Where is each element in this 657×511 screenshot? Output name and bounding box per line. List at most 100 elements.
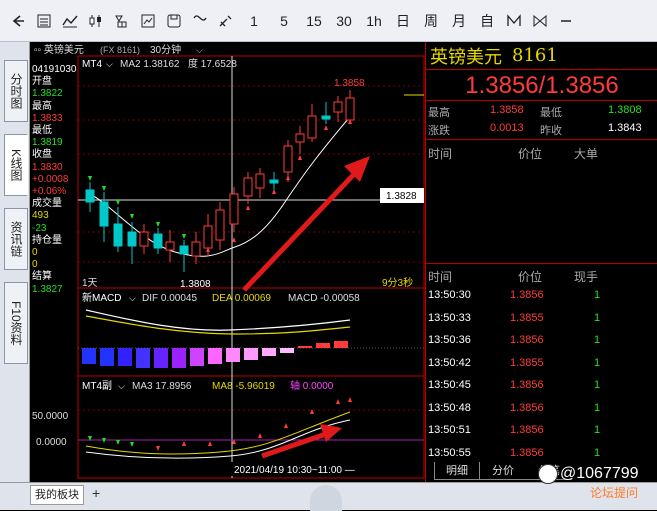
tick-price: 1.3856 <box>510 446 544 459</box>
period-custom[interactable]: 自 <box>474 7 500 35</box>
tab-my-sector[interactable]: 我的板块 <box>30 485 84 505</box>
tick-section[interactable]: 时间 价位 现手 13:50:30 1.3856 1 13:50:33 1.38… <box>426 265 657 461</box>
line-chart-icon[interactable] <box>58 7 82 35</box>
info-volume: 493 <box>32 210 49 222</box>
tick-row: 13:50:36 1.3856 1 <box>426 330 657 353</box>
save-icon[interactable] <box>162 7 186 35</box>
day-label: 1天 <box>82 278 98 289</box>
info-oi-label: 持仓量 <box>32 234 62 246</box>
period-day[interactable]: 日 <box>390 7 416 35</box>
m-icon[interactable] <box>502 7 526 35</box>
tick-volume: 1 <box>594 289 601 301</box>
bowtie-icon[interactable] <box>528 7 552 35</box>
tick-volume: 1 <box>594 401 601 414</box>
draw-icon[interactable] <box>214 7 238 35</box>
countdown-label: 9分3秒 <box>382 276 413 289</box>
tick-row: 13:50:51 1.3856 1 <box>426 420 657 443</box>
tab-f10[interactable]: F10资料 <box>4 282 28 364</box>
period-1[interactable]: 1 <box>240 7 268 35</box>
period-30[interactable]: 30 <box>330 7 358 35</box>
info-settle-label: 结算 <box>32 271 52 283</box>
period-1h[interactable]: 1h <box>360 7 388 35</box>
tick-volume: 1 <box>594 446 601 459</box>
stat-prev-close-label: 昨收 <box>540 125 562 137</box>
list-icon[interactable] <box>32 7 56 35</box>
tab-price-dist[interactable]: 分价 <box>480 462 526 480</box>
ma2-value: MA2 1.38162 <box>120 59 180 70</box>
minus-icon[interactable] <box>554 7 578 35</box>
macd-name[interactable]: 新MACD <box>82 291 121 304</box>
back-arrow-icon[interactable] <box>6 7 30 35</box>
big-order-time-header: 时间 <box>428 147 453 161</box>
main-indicator-name[interactable]: MT4 <box>82 59 102 70</box>
tick-price: 1.3856 <box>510 334 544 346</box>
period-5[interactable]: 5 <box>270 7 298 35</box>
quote-price: 1.3856/1.3856 <box>465 72 619 99</box>
info-volume-change: -23 <box>32 222 47 234</box>
info-volume-label: 成交量 <box>32 198 62 210</box>
info-date: 04191030 <box>32 64 77 75</box>
tick-time: 13:50:33 <box>428 311 471 324</box>
chart-area[interactable]: ▫▫ 英镑美元 (FX 8161) 30分钟 ⌵ MT4 ⌵ MA2 1.381… <box>30 42 425 482</box>
tick-price: 1.3856 <box>510 379 544 391</box>
degree-value: 度 17.6528 <box>188 57 237 70</box>
stat-low-label: 最低 <box>540 107 562 119</box>
tab-news[interactable]: 资讯链 <box>4 208 28 270</box>
macd-value: MACD -0.00058 <box>288 293 360 304</box>
tick-price: 1.3856 <box>510 424 544 436</box>
curve-icon[interactable] <box>188 7 212 35</box>
tab-kline[interactable]: K线图 <box>4 134 28 196</box>
sub-indicator-name[interactable]: MT4副 <box>82 380 112 392</box>
stat-low: 1.3808 <box>608 104 642 116</box>
chart-period[interactable]: 30分钟 <box>150 43 181 56</box>
tick-time: 13:50:42 <box>428 356 471 369</box>
quote-panel: 英镑美元 8161 1.3856/1.3856 最高 1.3858 最低 1.3… <box>425 42 657 482</box>
low-label: 1.3808 <box>180 279 211 290</box>
chevron-down-icon[interactable]: ⌵ <box>118 381 125 391</box>
tick-list: 13:50:30 1.3856 1 13:50:33 1.3855 1 13:5… <box>426 285 657 465</box>
ma8-value: MA8 -5.96019 <box>212 381 275 392</box>
tab-detail[interactable]: 明细 <box>434 462 480 480</box>
chart-code: (FX 8161) <box>100 45 140 55</box>
big-order-vol-header: 大单 <box>574 147 599 161</box>
tick-time: 13:50:30 <box>428 289 471 301</box>
chevron-down-icon[interactable]: ⌵ <box>106 59 113 69</box>
info-oi-change: 0 <box>32 259 38 271</box>
sub-arrows <box>88 397 352 451</box>
watermark-site: 论坛提问 <box>590 486 639 500</box>
kline-svg[interactable]: ▫▫ 英镑美元 (FX 8161) 30分钟 ⌵ MT4 ⌵ MA2 1.381… <box>30 42 425 482</box>
info-close: 1.3830 <box>32 161 63 173</box>
quote-price-box: 1.3856/1.3856 <box>426 71 657 101</box>
chevron-down-icon[interactable]: ⌵ <box>129 293 136 303</box>
info-open: 1.3822 <box>32 88 63 100</box>
chart-title: ▫▫ 英镑美元 <box>34 43 84 56</box>
ma8-line <box>85 411 351 455</box>
high-label: 1.3858 <box>334 78 365 89</box>
quote-stats: 最高 1.3858 最低 1.3808 涨跌 0.0013 昨收 1.3843 <box>426 102 657 140</box>
info-high-label: 最高 <box>32 100 52 112</box>
image-icon[interactable] <box>136 7 160 35</box>
tick-price: 1.3856 <box>510 401 544 414</box>
chevron-down-icon[interactable]: ⌵ <box>196 45 203 55</box>
tick-price: 1.3855 <box>510 311 544 324</box>
add-tab-button[interactable]: + <box>92 485 100 501</box>
stat-prev-close: 1.3843 <box>608 122 642 134</box>
big-order-section: 时间 价位 大单 <box>426 142 657 264</box>
info-open-label: 开盘 <box>32 76 52 88</box>
position-icon[interactable] <box>110 7 134 35</box>
tick-row: 13:50:33 1.3855 1 <box>426 308 657 331</box>
tick-volume: 1 <box>594 334 601 346</box>
candlestick-icon[interactable] <box>84 7 108 35</box>
tick-price-header: 价位 <box>518 270 543 284</box>
scroll-handle[interactable] <box>310 485 342 511</box>
macd-dif: DIF 0.00045 <box>142 293 197 304</box>
period-month[interactable]: 月 <box>446 7 472 35</box>
macd-histogram <box>82 341 348 368</box>
info-close-label: 收盘 <box>32 149 52 161</box>
price-box-label: 1.3828 <box>386 191 417 202</box>
tab-intraday[interactable]: 分时图 <box>4 60 28 122</box>
period-15[interactable]: 15 <box>300 7 328 35</box>
tick-time: 13:50:51 <box>428 424 471 436</box>
period-week[interactable]: 周 <box>418 7 444 35</box>
watermark: @1067799 论坛提问 <box>538 462 657 502</box>
